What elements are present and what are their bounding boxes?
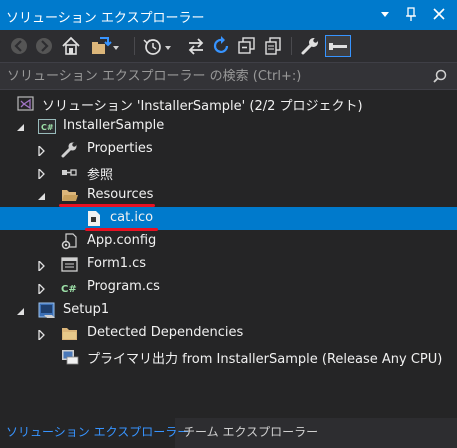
show-all-files-icon[interactable] — [262, 35, 284, 57]
expanded-arrow-icon[interactable] — [16, 122, 26, 132]
tree-item-label: Detected Dependencies — [87, 325, 244, 340]
tree-item-label: Resources — [87, 187, 154, 202]
collapsed-arrow-icon[interactable] — [37, 144, 47, 158]
tree-item-setup[interactable]: Setup1 — [0, 299, 457, 322]
collapsed-arrow-icon[interactable] — [37, 259, 47, 273]
collapsed-arrow-icon[interactable] — [37, 328, 47, 342]
tree-item-label: プライマリ出力 from InstallerSample (Release An… — [87, 352, 443, 367]
title-bar: ソリューション エクスプローラー — [0, 0, 457, 30]
bottom-tab-strip: ソリューション エクスプローラー チーム エクスプローラー — [0, 418, 457, 448]
form-icon — [61, 256, 78, 273]
sync-view-icon[interactable] — [89, 35, 119, 57]
pin-icon[interactable] — [403, 6, 419, 22]
tree-item-references[interactable]: 参照 — [0, 161, 457, 184]
window-title: ソリューション エクスプローラー — [6, 11, 205, 26]
toolbar — [0, 30, 457, 62]
references-icon — [61, 164, 78, 181]
pending-changes-icon[interactable] — [142, 35, 171, 57]
search-input[interactable] — [0, 63, 457, 89]
tree-item-app-config[interactable]: App.config — [0, 230, 457, 253]
tree-item-label: Properties — [87, 141, 153, 156]
tab-team-explorer[interactable]: チーム エクスプローラー — [183, 418, 318, 448]
expanded-arrow-icon[interactable] — [16, 306, 26, 316]
tree-item-label: App.config — [87, 233, 157, 248]
collapsed-arrow-icon[interactable] — [37, 167, 47, 181]
toolbar-separator — [134, 37, 135, 55]
csharp-project-icon: C# — [38, 118, 56, 135]
preview-icon[interactable] — [325, 35, 351, 57]
tab-solution-explorer[interactable]: ソリューション エクスプローラー — [0, 418, 189, 448]
csharp-file-icon: C# — [61, 279, 78, 296]
forward-icon[interactable] — [33, 35, 55, 57]
wrench-icon — [61, 141, 78, 158]
svg-text:C#: C# — [41, 123, 54, 132]
collapse-all-icon[interactable] — [236, 35, 258, 57]
tree-item-label: Setup1 — [63, 302, 110, 317]
tree-item-program[interactable]: C# Program.cs — [0, 276, 457, 299]
refresh-icon[interactable] — [210, 35, 232, 57]
config-file-icon — [61, 233, 78, 250]
tree-item-label: 参照 — [87, 168, 114, 183]
tree-item-label: Form1.cs — [87, 256, 147, 271]
svg-text:C#: C# — [61, 284, 77, 295]
close-icon[interactable] — [431, 6, 447, 22]
icon-file-icon — [85, 210, 102, 227]
primary-output-icon — [61, 348, 79, 365]
wrench-icon[interactable] — [299, 35, 321, 57]
search-icon[interactable] — [433, 69, 447, 87]
search-bar — [0, 62, 457, 90]
tree-item-form1[interactable]: Form1.cs — [0, 253, 457, 276]
expanded-arrow-icon[interactable] — [37, 191, 47, 201]
back-icon[interactable] — [8, 35, 30, 57]
dropdown-icon[interactable] — [377, 6, 393, 22]
switch-views-icon[interactable] — [185, 35, 207, 57]
tree-item-project[interactable]: C# InstallerSample — [0, 115, 457, 138]
tree-item-label: ソリューション 'InstallerSample' (2/2 プロジェクト) — [42, 99, 363, 114]
solution-tree: ソリューション 'InstallerSample' (2/2 プロジェクト) C… — [0, 92, 457, 418]
folder-open-icon — [61, 187, 78, 204]
tree-item-label: cat.ico — [110, 210, 154, 225]
tree-item-label: Program.cs — [87, 279, 160, 294]
tree-item-properties[interactable]: Properties — [0, 138, 457, 161]
folder-icon — [61, 325, 78, 342]
tree-item-cat-ico[interactable]: cat.ico — [0, 207, 457, 230]
toolbar-separator — [291, 37, 292, 55]
tree-item-detected-dependencies[interactable]: Detected Dependencies — [0, 322, 457, 345]
tree-item-primary-output[interactable]: プライマリ出力 from InstallerSample (Release An… — [0, 345, 457, 368]
setup-project-icon — [38, 302, 55, 319]
solution-icon — [17, 95, 34, 112]
collapsed-arrow-icon[interactable] — [37, 282, 47, 296]
tree-item-solution[interactable]: ソリューション 'InstallerSample' (2/2 プロジェクト) — [0, 92, 457, 115]
tree-item-label: InstallerSample — [63, 118, 165, 133]
home-icon[interactable] — [60, 35, 82, 57]
